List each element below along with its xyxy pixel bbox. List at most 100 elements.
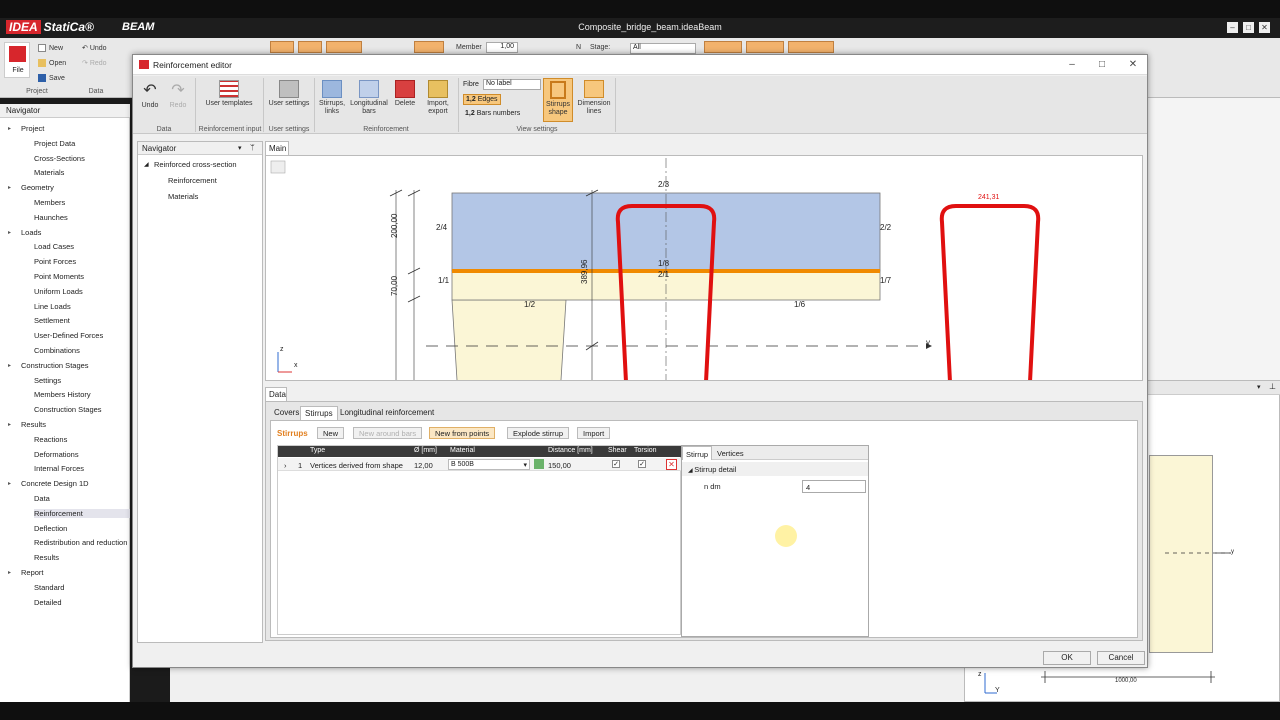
edges-toggle[interactable]: 1,2 Edges: [463, 94, 501, 105]
dialog-minimize-button[interactable]: –: [1065, 58, 1079, 72]
minimize-button[interactable]: –: [1227, 22, 1238, 33]
cancel-button[interactable]: Cancel: [1097, 651, 1145, 665]
material-edit-icon[interactable]: [534, 459, 544, 469]
new-from-points-button[interactable]: New from points: [429, 427, 496, 439]
nav-item[interactable]: Settlement: [34, 316, 70, 325]
new-around-bars-button[interactable]: New around bars: [353, 427, 423, 439]
ribbon-tab-3[interactable]: [788, 41, 834, 53]
fibre-select[interactable]: No label: [483, 79, 541, 90]
nav-item[interactable]: Materials: [34, 168, 64, 177]
open-button[interactable]: Open: [38, 59, 66, 67]
import-button[interactable]: Import: [577, 427, 611, 439]
nav-item[interactable]: Point Forces: [34, 257, 76, 266]
subtab-covers[interactable]: Covers: [270, 406, 303, 420]
nav-item[interactable]: Construction Stages: [21, 361, 89, 370]
dnav-item-reinforcement[interactable]: Reinforcement: [168, 176, 217, 185]
cross-section-canvas[interactable]: 2/3 2/4 2/2 1/8 2/1 1/1 1/7 1/2 1/6 200,…: [265, 155, 1143, 381]
nav-item[interactable]: Point Moments: [34, 272, 84, 281]
tab-data[interactable]: Data: [265, 387, 287, 401]
new-button[interactable]: New: [38, 44, 63, 52]
undo-button[interactable]: ↶ Undo: [137, 82, 163, 110]
nav-item[interactable]: Results: [21, 420, 46, 429]
file-button[interactable]: File: [4, 42, 30, 78]
maximize-button[interactable]: □: [1243, 22, 1254, 33]
dnav-item-materials[interactable]: Materials: [168, 192, 198, 201]
nav-item[interactable]: Geometry: [21, 183, 54, 192]
n-dm-input[interactable]: 4: [802, 480, 866, 493]
table-row[interactable]: › 1 Vertices derived from shape 12,00 B …: [278, 458, 682, 471]
nav-item[interactable]: Detailed: [34, 598, 62, 607]
nav-item[interactable]: Load Cases: [34, 242, 74, 251]
expand-icon[interactable]: ◢: [144, 161, 149, 168]
nav-item[interactable]: Members History: [34, 390, 91, 399]
row-diameter[interactable]: 12,00: [414, 461, 433, 470]
bars-numbers-toggle[interactable]: 1,2 Bars numbers: [465, 110, 520, 117]
save-button[interactable]: Save: [38, 74, 65, 82]
ribbon-tab-1[interactable]: [704, 41, 742, 53]
nav-item[interactable]: Report: [21, 568, 44, 577]
redo-button[interactable]: ↷ Redo: [165, 82, 191, 110]
pin-icon[interactable]: ᛘ: [250, 143, 255, 152]
row-material-select[interactable]: B 500B ▾: [448, 459, 530, 470]
ribbon-tab-5[interactable]: [298, 41, 322, 53]
expand-icon[interactable]: ▸: [8, 184, 11, 191]
delete-button[interactable]: Delete: [391, 80, 419, 108]
ribbon-tab-6[interactable]: [326, 41, 362, 53]
dialog-close-button[interactable]: ✕: [1126, 58, 1140, 72]
user-settings-button[interactable]: User settings: [267, 80, 311, 108]
nav-item[interactable]: Line Loads: [34, 302, 71, 311]
tab-main[interactable]: Main: [265, 141, 289, 155]
row-distance[interactable]: 150,00: [548, 461, 571, 470]
nav-item[interactable]: Internal Forces: [34, 464, 84, 473]
ok-button[interactable]: OK: [1043, 651, 1091, 665]
new-stirrup-button[interactable]: New: [317, 427, 345, 439]
explode-stirrup-button[interactable]: Explode stirrup: [507, 427, 570, 439]
nav-item[interactable]: User-Defined Forces: [34, 331, 103, 340]
expand-icon[interactable]: ▸: [8, 229, 11, 236]
subtab-stirrups[interactable]: Stirrups: [300, 406, 338, 420]
nav-item[interactable]: Cross-Sections: [34, 154, 85, 163]
expand-icon[interactable]: ▸: [8, 125, 11, 132]
nav-item[interactable]: Uniform Loads: [34, 287, 83, 296]
expand-icon[interactable]: ▸: [8, 480, 11, 487]
nav-item[interactable]: Members: [34, 198, 65, 207]
nav-item[interactable]: Settings: [34, 376, 61, 385]
dimension-lines-button[interactable]: Dimension lines: [575, 80, 613, 116]
nav-item[interactable]: Standard: [34, 583, 64, 592]
nav-item[interactable]: Data: [34, 494, 50, 503]
dialog-maximize-button[interactable]: □: [1095, 58, 1109, 72]
close-button[interactable]: ✕: [1259, 22, 1270, 33]
row-type[interactable]: Vertices derived from shape: [310, 461, 403, 470]
dnav-root[interactable]: Reinforced cross-section: [154, 160, 237, 169]
nav-item[interactable]: Construction Stages: [34, 405, 102, 414]
row-torsion-checkbox[interactable]: ✓: [638, 460, 646, 468]
ribbon-tab-2[interactable]: [746, 41, 784, 53]
nav-item[interactable]: Loads: [21, 228, 41, 237]
nav-item[interactable]: Reactions: [34, 435, 67, 444]
main-redo-button[interactable]: ↷ Redo: [82, 59, 107, 67]
nav-item[interactable]: Project: [21, 124, 44, 133]
expand-icon[interactable]: ▸: [8, 569, 11, 576]
expand-icon[interactable]: ▸: [8, 421, 11, 428]
chevron-down-icon[interactable]: ▾: [238, 144, 242, 152]
nav-item[interactable]: Concrete Design 1D: [21, 479, 89, 488]
row-delete-icon[interactable]: ✕: [666, 459, 677, 470]
nav-item[interactable]: Deformations: [34, 450, 79, 459]
nav-item[interactable]: Project Data: [34, 139, 75, 148]
stage-select[interactable]: All: [630, 43, 696, 54]
longitudinal-bars-button[interactable]: Longitudinal bars: [349, 80, 389, 116]
nav-item[interactable]: Combinations: [34, 346, 80, 355]
nav-item[interactable]: Redistribution and reduction: [34, 538, 127, 547]
main-undo-button[interactable]: ↶ Undo: [82, 44, 107, 52]
expand-icon[interactable]: ▸: [8, 362, 11, 369]
tab-vertices[interactable]: Vertices: [714, 446, 747, 460]
stirrup-detail-section[interactable]: ◢ Stirrup detail: [682, 462, 868, 476]
user-templates-button[interactable]: User templates: [199, 80, 259, 108]
row-expand-icon[interactable]: ›: [284, 461, 287, 470]
nav-item[interactable]: Haunches: [34, 213, 68, 222]
nav-item[interactable]: Deflection: [34, 524, 67, 533]
subtab-longitudinal[interactable]: Longitudinal reinforcement: [336, 406, 438, 420]
stirrups-shape-button[interactable]: Stirrups shape: [543, 78, 573, 122]
stirrups-links-button[interactable]: Stirrups, links: [317, 80, 347, 116]
ribbon-tab-4[interactable]: [270, 41, 294, 53]
